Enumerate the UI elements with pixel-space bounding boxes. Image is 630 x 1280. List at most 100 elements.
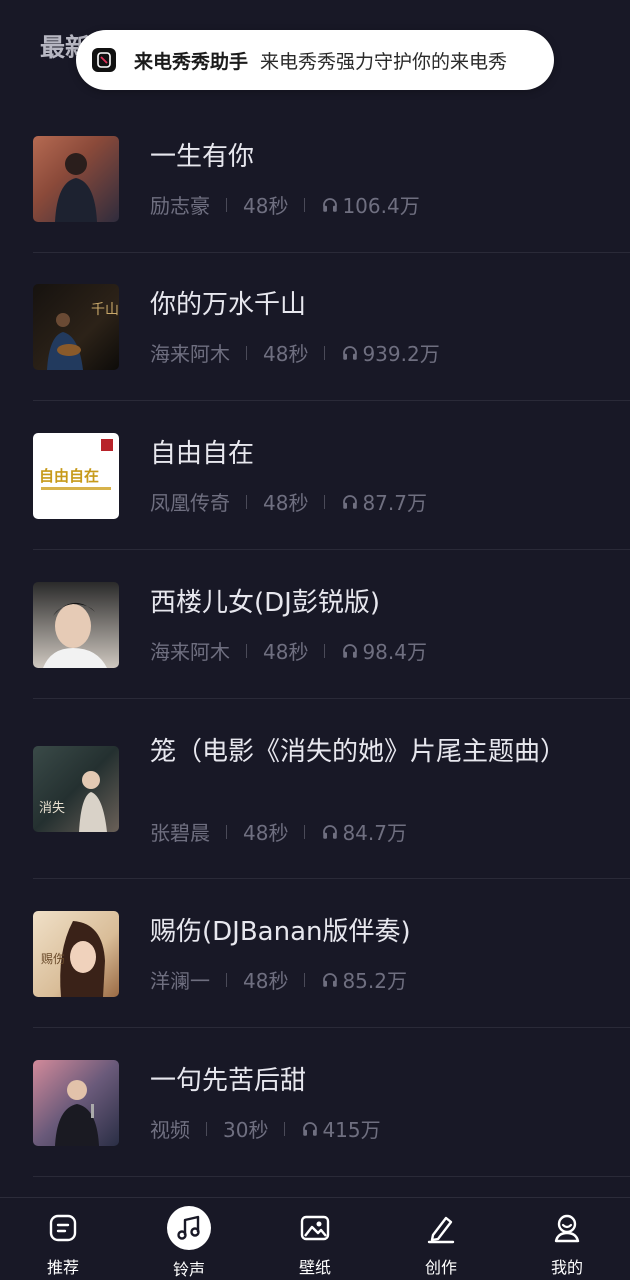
person-silhouette-icon — [55, 153, 97, 222]
music-note-icon — [167, 1206, 211, 1250]
headphones-icon — [323, 972, 338, 987]
svg-text:消失: 消失 — [39, 801, 65, 816]
song-plays: 939.2万 — [362, 342, 440, 366]
song-duration: 48秒 — [243, 194, 289, 218]
svg-text:自由自在: 自由自在 — [39, 467, 99, 485]
divider — [304, 197, 306, 212]
svg-text:赐伤: 赐伤 — [41, 952, 65, 966]
song-duration: 48秒 — [263, 491, 309, 515]
tab-label: 壁纸 — [298, 1258, 331, 1277]
song-duration: 48秒 — [263, 342, 309, 366]
song-artist: 海来阿木 — [150, 342, 230, 366]
svg-text:千山: 千山 — [91, 302, 119, 318]
tab-label: 铃声 — [172, 1260, 205, 1279]
song-plays: 415万 — [322, 1118, 381, 1142]
list-item[interactable]: 一生有你 励志豪 48秒 106.4万 — [33, 106, 630, 253]
list-item[interactable]: 消失 笼（电影《消失的她》片尾主题曲） 张碧晨 48秒 84.7万 — [33, 699, 630, 879]
song-cover[interactable] — [33, 582, 119, 668]
song-title: 自由自在 — [150, 439, 255, 469]
song-meta: 海来阿木 48秒 98.4万 — [150, 636, 427, 665]
headphones-icon — [343, 494, 358, 509]
divider — [226, 197, 227, 212]
notification-toast[interactable]: 来电秀秀助手 来电秀秀强力守护你的来电秀 — [76, 30, 554, 90]
divider — [304, 824, 306, 839]
song-title: 赐伤(DJBanan版伴奏) — [150, 917, 411, 947]
singer-portrait-icon — [43, 602, 107, 668]
guitarist-image-icon: 千山 — [47, 302, 119, 370]
song-meta: 张碧晨 48秒 84.7万 — [150, 817, 407, 846]
song-plays: 106.4万 — [342, 194, 420, 218]
song-plays: 85.2万 — [342, 969, 407, 993]
song-artist: 海来阿木 — [150, 640, 230, 664]
song-artist: 张碧晨 — [150, 821, 210, 845]
tab-label: 我的 — [550, 1258, 583, 1277]
song-meta: 励志豪 48秒 106.4万 — [150, 190, 420, 219]
tab-label: 创作 — [424, 1258, 457, 1277]
singer-portrait-icon: 赐伤 — [41, 921, 105, 997]
divider — [226, 824, 227, 839]
tab-recommend[interactable]: 推荐 — [0, 1198, 126, 1280]
divider — [246, 494, 247, 509]
song-artist: 洋澜一 — [150, 969, 210, 993]
divider — [324, 345, 326, 360]
song-meta: 海来阿木 48秒 939.2万 — [150, 338, 440, 367]
divider — [324, 494, 326, 509]
song-cover[interactable]: 自由自在 — [33, 433, 119, 519]
divider — [324, 643, 326, 658]
song-duration: 48秒 — [243, 821, 289, 845]
toast-message: 来电秀秀强力守护你的来电秀 — [260, 50, 508, 73]
tab-profile[interactable]: 我的 — [504, 1198, 630, 1280]
song-plays: 98.4万 — [362, 640, 427, 664]
song-plays: 84.7万 — [342, 821, 407, 845]
list-item[interactable]: 自由自在 自由自在 凤凰传奇 48秒 87.7万 — [33, 401, 630, 550]
song-artist: 励志豪 — [150, 194, 210, 218]
song-duration: 48秒 — [263, 640, 309, 664]
divider — [304, 972, 306, 987]
song-cover[interactable]: 赐伤 — [33, 911, 119, 997]
headphones-icon — [323, 824, 338, 839]
divider — [226, 972, 227, 987]
headphones-icon — [343, 345, 358, 360]
song-title: 你的万水千山 — [150, 290, 307, 320]
song-cover[interactable]: 消失 — [33, 746, 119, 832]
headphones-icon — [343, 643, 358, 658]
divider — [246, 643, 247, 658]
song-title: 笼（电影《消失的她》片尾主题曲） — [150, 737, 567, 767]
tab-wallpaper[interactable]: 壁纸 — [252, 1198, 378, 1280]
ringtone-list: 一生有你 励志豪 48秒 106.4万 千山 你的万水千山 海来阿木 48秒 9… — [0, 106, 630, 1177]
image-icon — [295, 1208, 335, 1248]
performer-image-icon — [55, 1080, 99, 1146]
divider — [246, 345, 247, 360]
song-cover[interactable]: 千山 — [33, 284, 119, 370]
pen-icon — [421, 1208, 461, 1248]
divider — [284, 1121, 286, 1136]
song-cover[interactable] — [33, 1060, 119, 1146]
song-artist: 凤凰传奇 — [150, 491, 230, 515]
ringtone-screen: 最新 一生有你 励志豪 48秒 106.4万 千山 你的万水千山 海来阿木 48… — [0, 0, 630, 1280]
song-duration: 48秒 — [243, 969, 289, 993]
tab-create[interactable]: 创作 — [378, 1198, 504, 1280]
divider — [206, 1121, 207, 1136]
song-title: 一生有你 — [150, 142, 255, 172]
recommend-icon — [43, 1208, 83, 1248]
toast-app-name: 来电秀秀助手 — [134, 50, 249, 73]
headphones-icon — [303, 1121, 318, 1136]
song-meta: 凤凰传奇 48秒 87.7万 — [150, 487, 427, 516]
list-item[interactable]: 一句先苦后甜 视频 30秒 415万 — [33, 1028, 630, 1177]
movie-poster-icon: 消失 — [39, 771, 107, 832]
song-title: 一句先苦后甜 — [150, 1066, 307, 1096]
list-item[interactable]: 赐伤 赐伤(DJBanan版伴奏) 洋澜一 48秒 85.2万 — [33, 879, 630, 1028]
song-cover[interactable] — [33, 136, 119, 222]
profile-icon — [547, 1208, 587, 1248]
bottom-tab-bar: 推荐 铃声 壁纸 创作 我的 — [0, 1197, 630, 1280]
app-icon — [92, 48, 116, 72]
list-item[interactable]: 西楼儿女(DJ彭锐版) 海来阿木 48秒 98.4万 — [33, 550, 630, 699]
song-title: 西楼儿女(DJ彭锐版) — [150, 588, 380, 618]
headphones-icon — [323, 197, 338, 212]
song-plays: 87.7万 — [362, 491, 427, 515]
phone-icon — [97, 52, 111, 68]
tab-ringtone[interactable]: 铃声 — [126, 1198, 252, 1280]
song-duration: 30秒 — [223, 1118, 269, 1142]
song-meta: 视频 30秒 415万 — [150, 1114, 381, 1143]
list-item[interactable]: 千山 你的万水千山 海来阿木 48秒 939.2万 — [33, 253, 630, 401]
